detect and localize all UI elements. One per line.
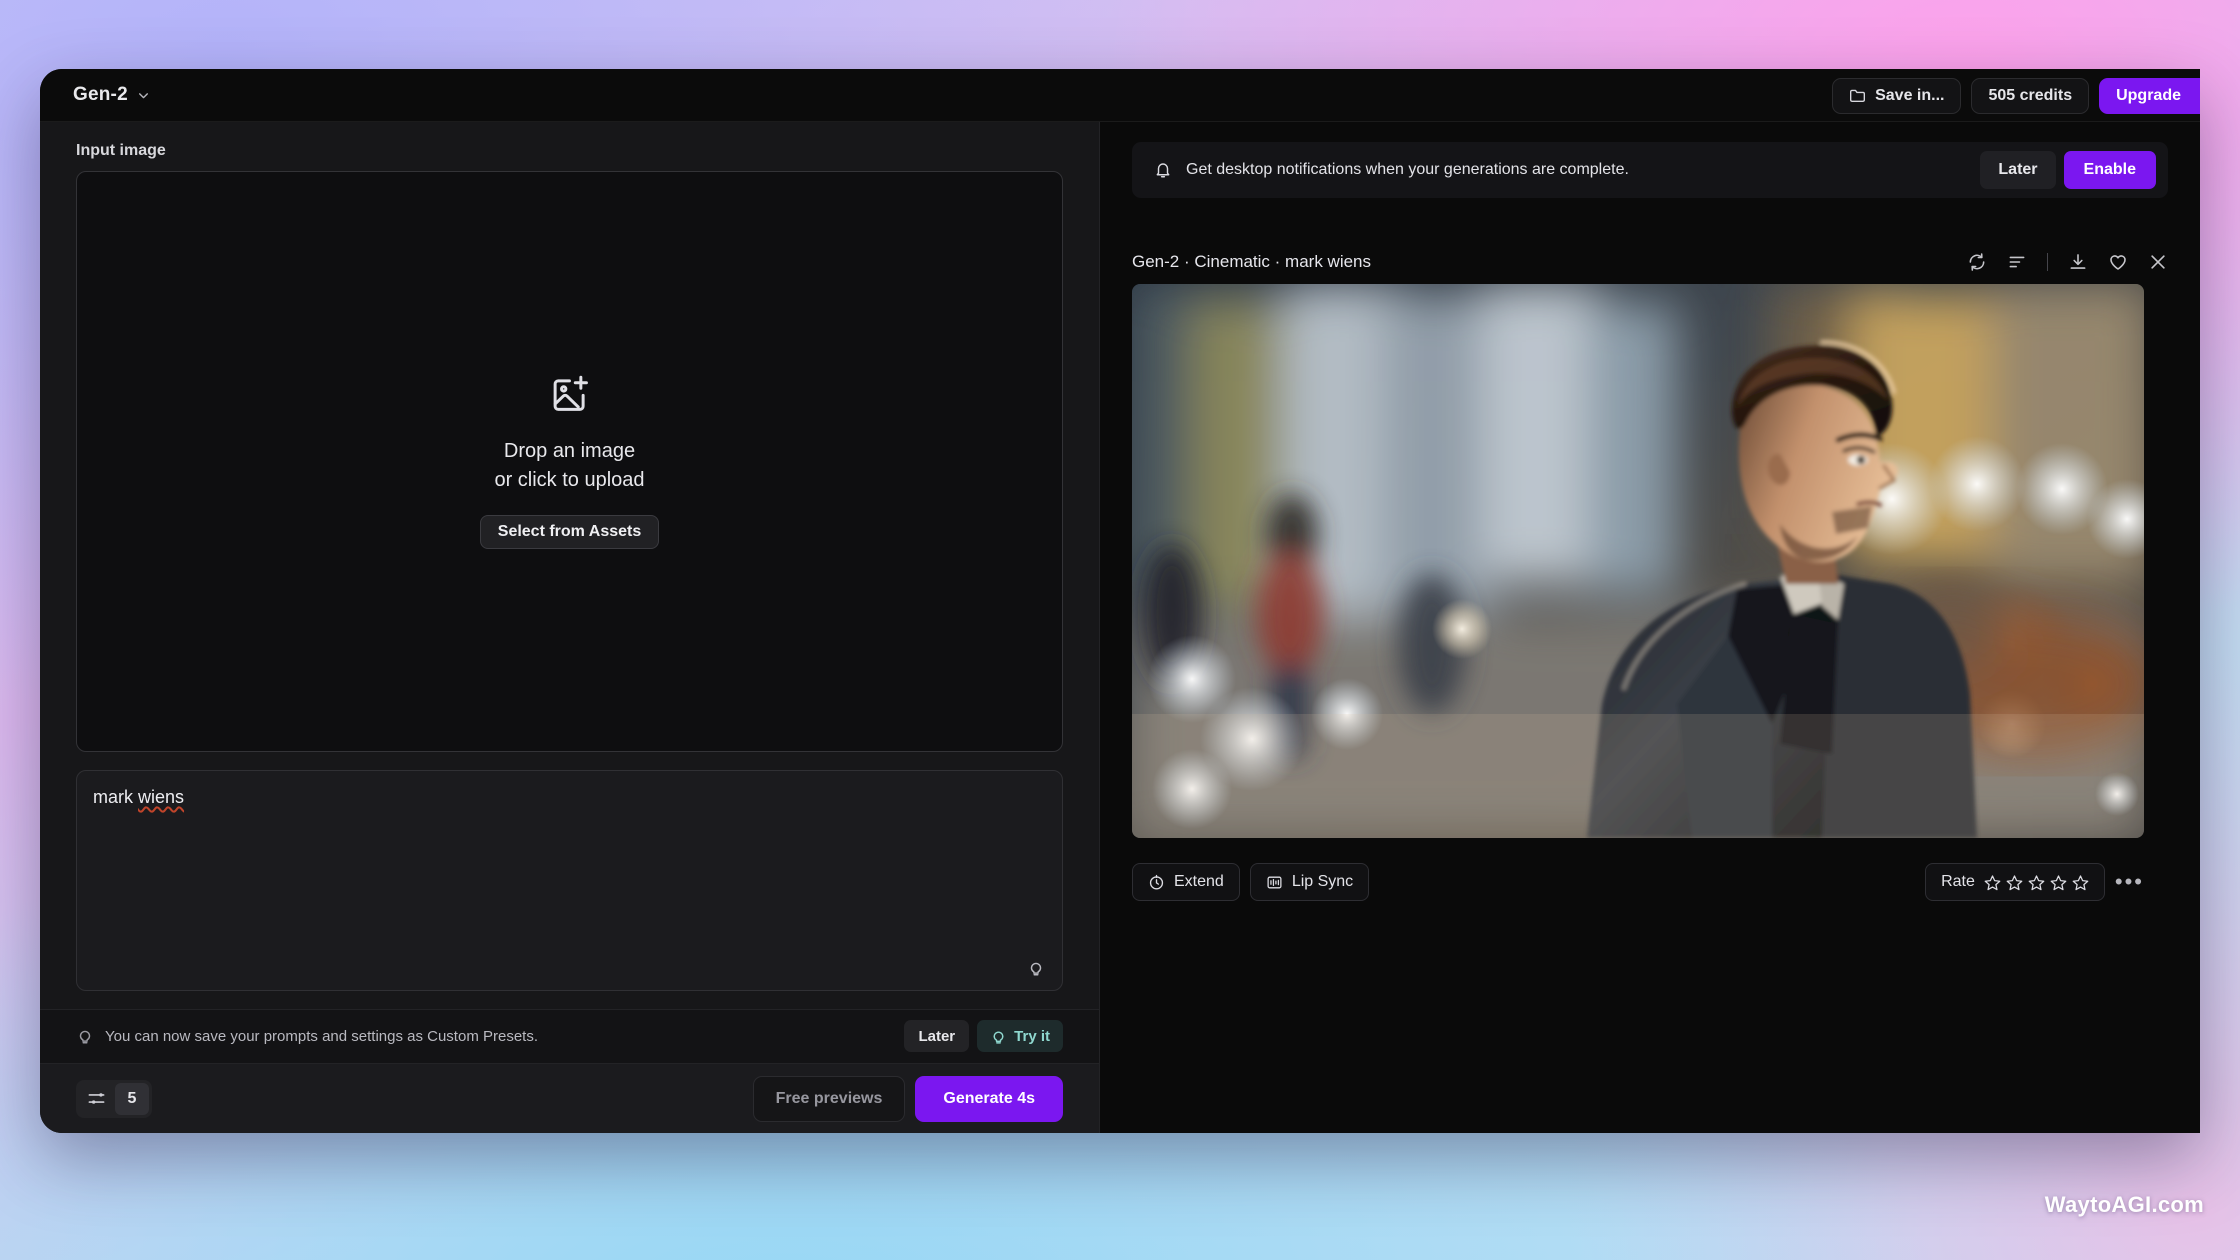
select-from-assets-label: Select from Assets bbox=[497, 523, 642, 541]
rate-label: Rate bbox=[1941, 873, 1975, 890]
select-from-assets-button[interactable]: Select from Assets bbox=[479, 515, 660, 550]
prompt-text-plain: mark bbox=[93, 786, 138, 807]
notification-enable-button[interactable]: Enable bbox=[2063, 151, 2156, 189]
lip-sync-icon bbox=[1267, 876, 1282, 888]
credits-badge[interactable]: 505 credits bbox=[1971, 77, 2090, 114]
close-icon[interactable] bbox=[2148, 252, 2168, 272]
extend-button[interactable]: Extend bbox=[1132, 863, 1240, 901]
star-5-icon[interactable] bbox=[2072, 874, 2089, 891]
dropzone-line-2: or click to upload bbox=[494, 469, 645, 492]
image-plus-icon bbox=[553, 376, 588, 412]
bell-icon bbox=[1156, 163, 1170, 178]
star-2-icon[interactable] bbox=[2006, 874, 2023, 891]
custom-presets-banner: You can now save your prompts and settin… bbox=[40, 1008, 1099, 1063]
model-selector[interactable]: Gen-2 bbox=[73, 84, 150, 106]
generation-header-actions bbox=[1967, 252, 2168, 272]
extend-label: Extend bbox=[1174, 873, 1224, 890]
presets-try-it-button[interactable]: Try it bbox=[977, 1020, 1063, 1053]
lightbulb-icon bbox=[79, 1031, 91, 1044]
generate-label: Generate 4s bbox=[943, 1089, 1035, 1107]
video-preview[interactable] bbox=[1132, 284, 2144, 838]
refresh-icon[interactable] bbox=[1967, 252, 1987, 272]
video-action-bar: Extend Lip Sync Rate ••• bbox=[1132, 860, 2144, 904]
more-options-button[interactable]: ••• bbox=[2115, 871, 2144, 893]
folder-icon bbox=[1850, 89, 1866, 102]
video-preview-frame bbox=[1132, 284, 2144, 838]
free-previews-button[interactable]: Free previews bbox=[752, 1075, 906, 1122]
lightbulb-icon bbox=[993, 1031, 1004, 1044]
right-output-panel: Get desktop notifications when your gene… bbox=[1100, 122, 2200, 1133]
extend-clock-icon bbox=[1149, 874, 1164, 889]
top-bar-actions: Save in... 505 credits Upgrade bbox=[1832, 69, 2200, 122]
presets-banner-text: You can now save your prompts and settin… bbox=[105, 1027, 539, 1045]
prompt-ideas-button[interactable] bbox=[1024, 956, 1048, 980]
top-bar: Gen-2 Save in... 505 credits Upgrade bbox=[40, 69, 2200, 122]
presets-later-label: Later bbox=[918, 1027, 956, 1045]
presets-banner-message: You can now save your prompts and settin… bbox=[76, 1027, 904, 1045]
upgrade-label: Upgrade bbox=[2116, 86, 2181, 104]
seed-value[interactable]: 5 bbox=[115, 1082, 149, 1115]
toolbar-divider bbox=[2047, 253, 2048, 271]
prompt-text-misspelled: wiens bbox=[138, 786, 185, 807]
settings-group: 5 bbox=[76, 1079, 152, 1118]
left-input-panel: Input image Drop an image or click to up… bbox=[40, 122, 1100, 1133]
chevron-down-icon bbox=[138, 92, 148, 98]
save-in-button[interactable]: Save in... bbox=[1832, 77, 1962, 114]
notification-text: Get desktop notifications when your gene… bbox=[1186, 161, 1629, 178]
model-selector-label: Gen-2 bbox=[73, 84, 128, 105]
rating-stars bbox=[1984, 874, 2089, 891]
dropzone-line-1: Drop an image bbox=[503, 440, 636, 463]
input-image-label: Input image bbox=[76, 142, 166, 159]
save-in-label: Save in... bbox=[1875, 86, 1945, 104]
desktop-notification-banner: Get desktop notifications when your gene… bbox=[1132, 142, 2168, 198]
settings-sliders-button[interactable] bbox=[79, 1083, 113, 1115]
presets-try-it-label: Try it bbox=[1014, 1027, 1050, 1045]
rate-box: Rate bbox=[1925, 863, 2105, 901]
credits-label: 505 credits bbox=[1988, 86, 2073, 104]
generate-button[interactable]: Generate 4s bbox=[915, 1075, 1063, 1122]
presets-banner-actions: Later Try it bbox=[904, 1020, 1063, 1053]
lip-sync-button[interactable]: Lip Sync bbox=[1249, 863, 1370, 901]
watermark: WaytoAGI.com bbox=[2044, 1192, 2204, 1217]
settings-lines-icon[interactable] bbox=[2007, 252, 2027, 272]
star-1-icon[interactable] bbox=[1984, 874, 2001, 891]
main-split: Input image Drop an image or click to up… bbox=[40, 122, 2200, 1133]
generation-title: Gen-2 · Cinematic · mark wiens bbox=[1132, 252, 1372, 271]
star-4-icon[interactable] bbox=[2050, 874, 2067, 891]
lightbulb-icon bbox=[1030, 962, 1042, 976]
heart-icon[interactable] bbox=[2108, 252, 2128, 272]
lip-sync-label: Lip Sync bbox=[1291, 873, 1354, 890]
generation-header: Gen-2 · Cinematic · mark wiens bbox=[1132, 240, 2168, 284]
download-icon[interactable] bbox=[2068, 252, 2088, 272]
notification-later-button[interactable]: Later bbox=[1980, 151, 2056, 189]
generation-toolbar: 5 Free previews Generate 4s bbox=[40, 1063, 1099, 1133]
presets-later-button[interactable]: Later bbox=[904, 1020, 970, 1053]
prompt-text: mark wiens bbox=[93, 787, 184, 808]
free-previews-label: Free previews bbox=[775, 1089, 883, 1107]
prompt-input[interactable]: mark wiens bbox=[76, 769, 1063, 991]
app-window: Gen-2 Save in... 505 credits Upgrade Inp… bbox=[40, 69, 2200, 1133]
generate-actions: Free previews Generate 4s bbox=[752, 1075, 1063, 1122]
notification-later-label: Later bbox=[1998, 161, 2038, 178]
star-3-icon[interactable] bbox=[2028, 874, 2045, 891]
notification-enable-label: Enable bbox=[2083, 161, 2136, 178]
sliders-icon bbox=[88, 1093, 104, 1104]
rating-group: Rate ••• bbox=[1925, 863, 2144, 901]
upgrade-button[interactable]: Upgrade bbox=[2099, 77, 2200, 114]
image-dropzone[interactable]: Drop an image or click to upload Select … bbox=[76, 171, 1063, 752]
